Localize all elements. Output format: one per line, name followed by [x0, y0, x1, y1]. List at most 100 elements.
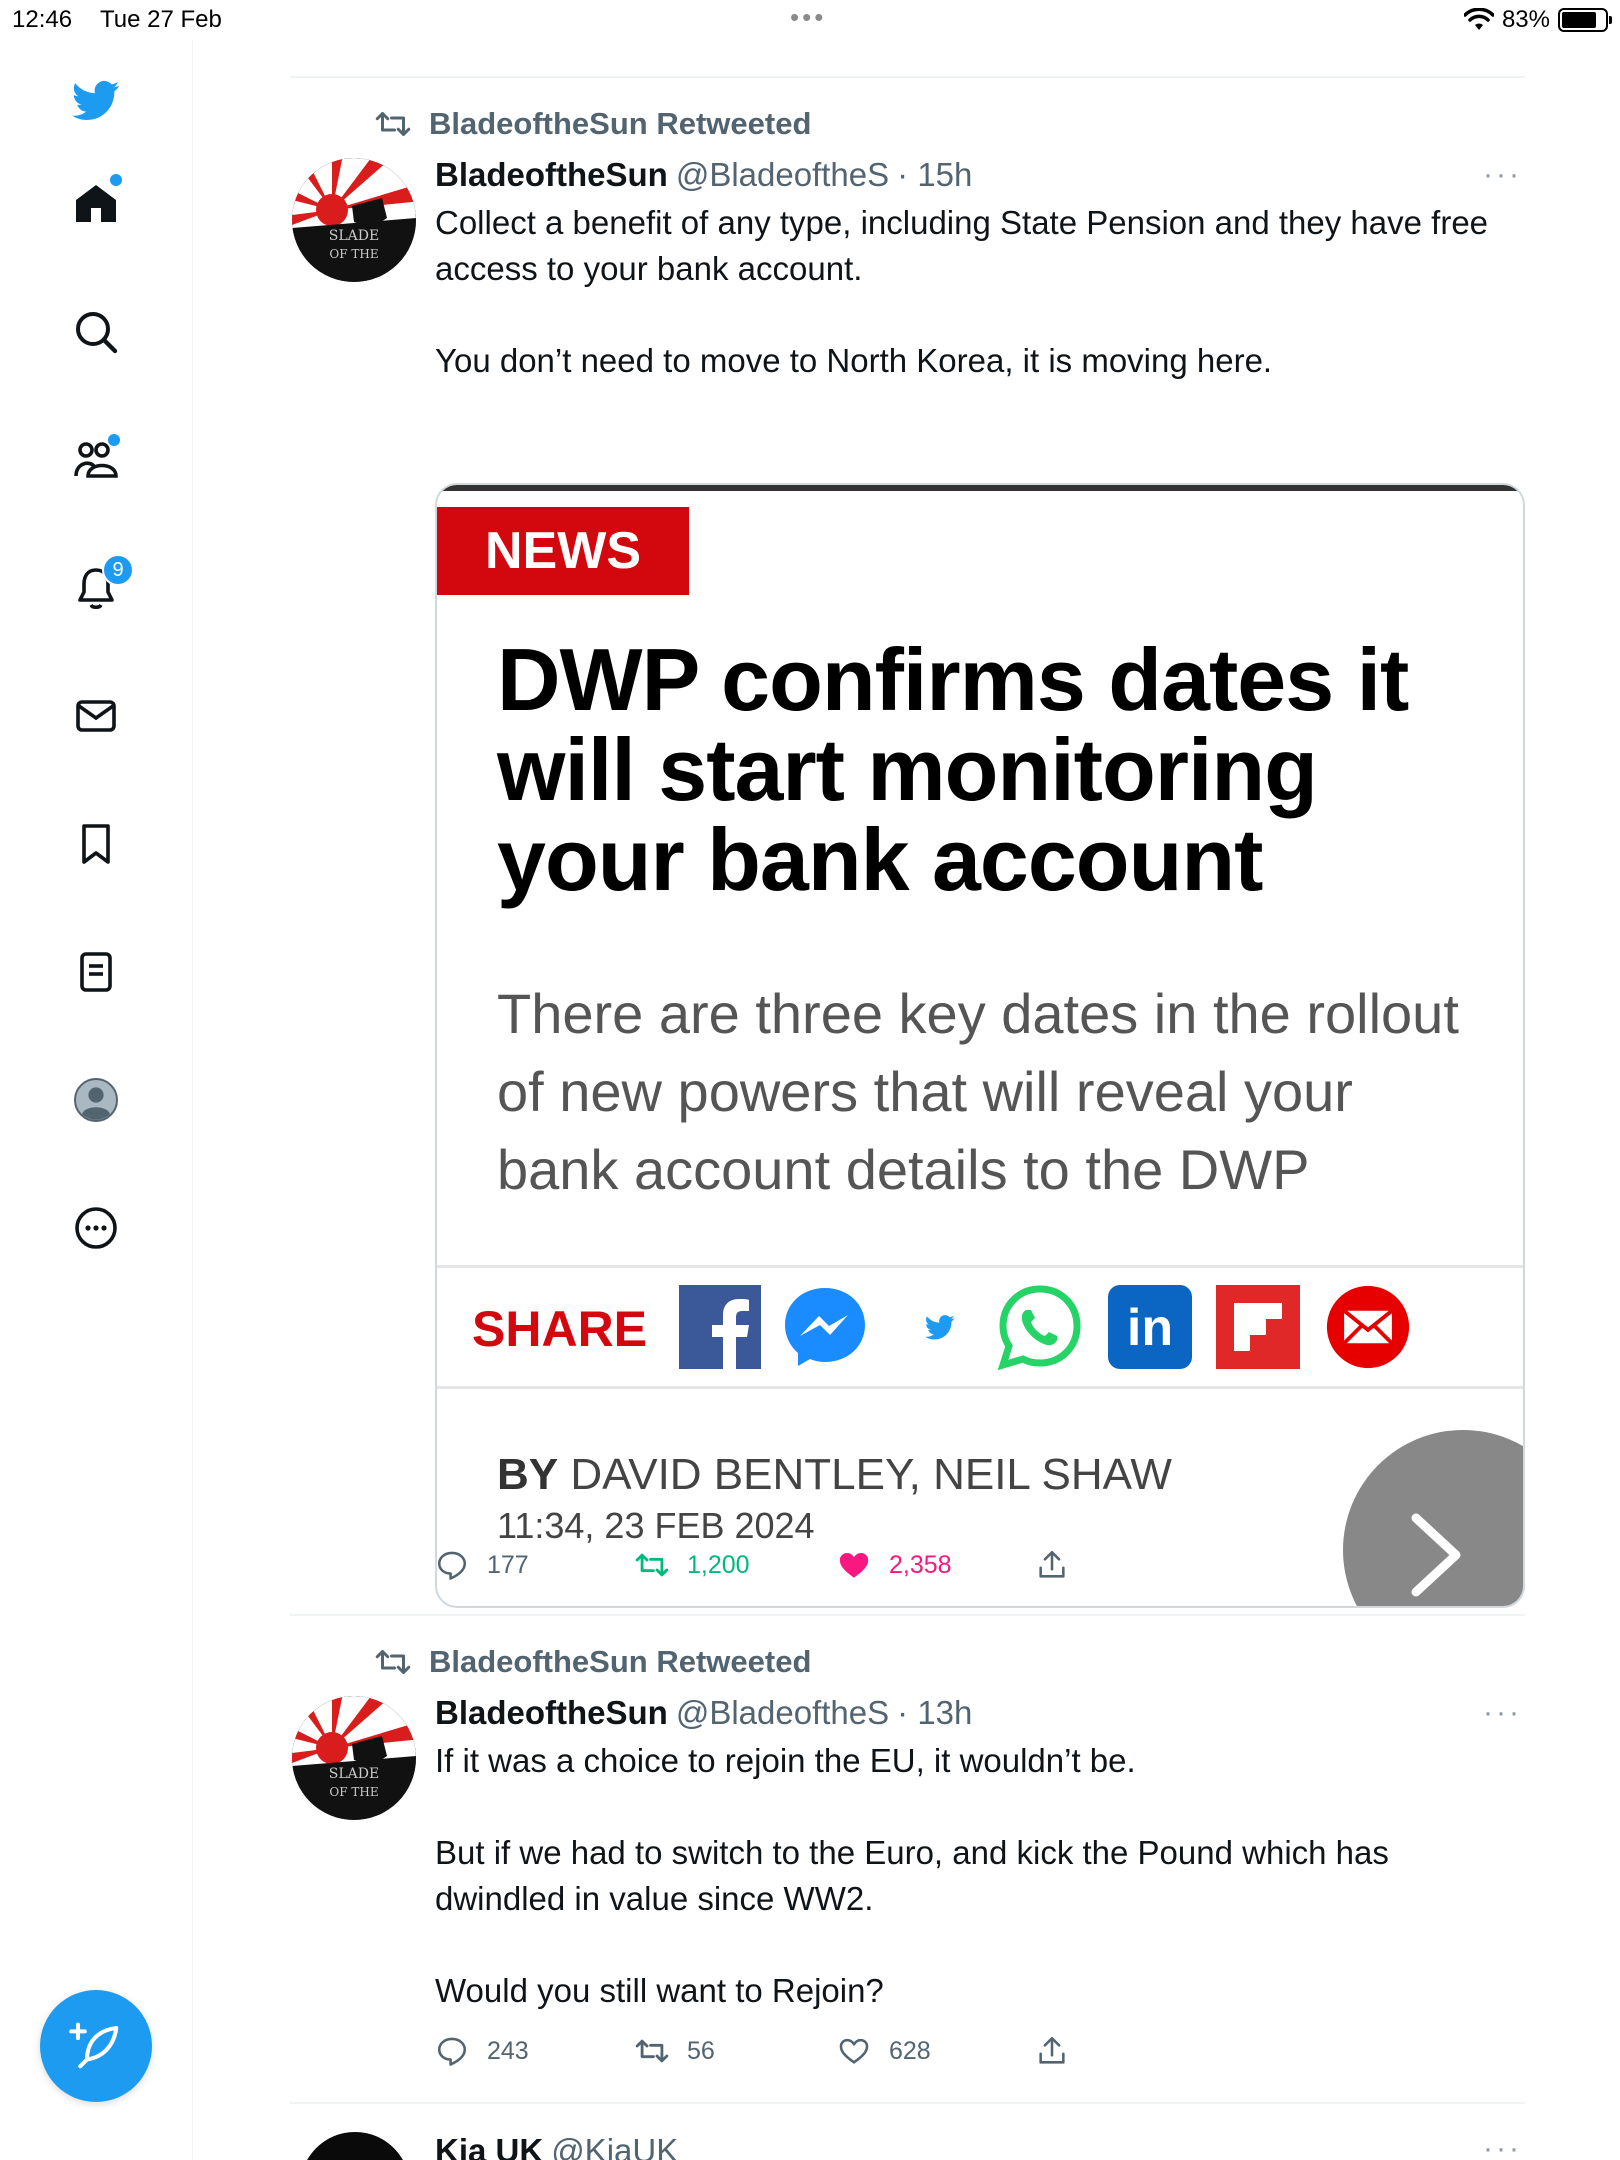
share-bar: SHARE in [437, 1265, 1523, 1389]
svg-text:OF THE: OF THE [329, 247, 378, 261]
byline-authors: DAVID BENTLEY, NEIL SHAW [570, 1450, 1172, 1499]
tweet-text: If it was a choice to rejoin the EU, it … [435, 1738, 1515, 2014]
author-handle[interactable]: @BladeoftheS [676, 1694, 889, 1732]
retweet-context[interactable]: BladeoftheSun Retweeted [375, 104, 811, 144]
communities-notification-dot [108, 434, 120, 446]
sidebar-nav: 9 [0, 40, 193, 2160]
compose-tweet-icon [69, 2022, 119, 2069]
notifications-badge: 9 [102, 554, 134, 586]
like-button[interactable]: 2,358 [837, 1548, 952, 1582]
article-byline: BY DAVID BENTLEY, NEIL SHAW [497, 1450, 1172, 1500]
retweet-button[interactable]: 56 [635, 2034, 715, 2068]
home-notification-dot [110, 174, 122, 186]
article-standfirst: There are three key dates in the rollout… [497, 982, 1459, 1201]
svg-text:SLADE: SLADE [329, 1766, 379, 1782]
article-image-card[interactable]: NEWS DWP confirms dates it will start mo… [435, 483, 1525, 1608]
chevron-right-icon [1411, 1513, 1461, 1597]
retweet-context-label: BladeoftheSun Retweeted [429, 106, 812, 141]
author-name[interactable]: Kia UK [435, 2132, 543, 2160]
avatar[interactable]: SLADE OF THE [292, 1696, 416, 1820]
nav-lists[interactable] [64, 940, 128, 1004]
retweet-count: 56 [687, 2036, 715, 2065]
search-icon [76, 312, 118, 354]
reply-count: 243 [487, 2036, 529, 2065]
svg-text:in: in [1127, 1299, 1173, 1357]
heart-filled-icon [839, 1552, 869, 1578]
lists-icon [80, 952, 112, 992]
avatar[interactable] [300, 2132, 410, 2160]
nav-communities[interactable] [64, 428, 128, 492]
tweet[interactable]: Kia UK @KiaUK ··· [290, 2104, 1525, 2160]
share-button[interactable] [1035, 2034, 1069, 2068]
tweet-more-button[interactable]: ··· [1483, 2132, 1522, 2160]
svg-text:OF THE: OF THE [329, 1785, 378, 1799]
avatar[interactable]: SLADE OF THE [292, 158, 416, 282]
tweet-actions: 177 1,200 2,358 [435, 1548, 1135, 1592]
reply-button[interactable]: 177 [435, 1548, 529, 1582]
twitter-logo-icon[interactable] [64, 68, 128, 132]
retweet-context[interactable]: BladeoftheSun Retweeted [375, 1642, 811, 1682]
nav-notifications[interactable]: 9 [64, 554, 134, 620]
tweet-paragraph: If it was a choice to rejoin the EU, it … [435, 1742, 1136, 1779]
tweet-paragraph: You don’t need to move to North Korea, i… [435, 342, 1273, 379]
share-button[interactable] [1035, 1548, 1069, 1582]
author-name[interactable]: BladeoftheSun [435, 1694, 668, 1732]
article-date: 11:34, 23 FEB 2024 [497, 1505, 815, 1546]
reply-count: 177 [487, 1550, 529, 1579]
retweet-count: 1,200 [687, 1550, 750, 1579]
messenger-icon [782, 1284, 868, 1370]
nav-bookmarks[interactable] [64, 812, 128, 876]
home-icon [76, 185, 116, 222]
reply-icon [437, 1551, 467, 1580]
card-top-bar [437, 485, 1523, 491]
like-count: 628 [889, 2036, 931, 2065]
author-name[interactable]: BladeoftheSun [435, 156, 668, 194]
feed-divider [290, 1614, 1525, 1616]
retweet-icon [375, 112, 411, 136]
tweet-time[interactable]: · 13h [897, 1694, 972, 1732]
more-circle-icon [75, 1207, 117, 1249]
retweet-button[interactable]: 1,200 [635, 1548, 750, 1582]
retweet-icon [375, 1650, 411, 1674]
nav-home[interactable] [64, 172, 128, 236]
share-label: SHARE [472, 1301, 648, 1357]
article-headline: DWP confirms dates it will start monitor… [497, 630, 1409, 909]
tweet-time[interactable]: · 15h [897, 156, 972, 194]
feed-divider [290, 76, 1525, 78]
retweet-icon [635, 1553, 669, 1577]
retweet-context-label: BladeoftheSun Retweeted [429, 1644, 812, 1679]
email-icon [1325, 1284, 1411, 1370]
reply-button[interactable]: 243 [435, 2034, 529, 2068]
tweet-header: BladeoftheSun @BladeoftheS · 15h [435, 156, 972, 194]
byline-prefix: BY [497, 1450, 559, 1499]
author-handle[interactable]: @KiaUK [551, 2132, 678, 2160]
compose-tweet-button[interactable] [40, 1990, 152, 2102]
status-time: 12:46 [12, 6, 73, 33]
battery-icon [1558, 8, 1612, 32]
status-date: Tue 27 Feb [100, 6, 222, 33]
whatsapp-icon [997, 1284, 1083, 1370]
profile-avatar-icon [74, 1078, 118, 1122]
share-icon [1039, 1550, 1065, 1578]
retweet-icon [635, 2039, 669, 2063]
author-handle[interactable]: @BladeoftheS [676, 156, 889, 194]
share-icon [1039, 2036, 1065, 2064]
linkedin-icon: in [1107, 1284, 1193, 1370]
tweet-more-button[interactable]: ··· [1483, 1696, 1522, 1730]
like-button[interactable]: 628 [837, 2034, 931, 2068]
mail-icon [76, 700, 116, 732]
nav-profile[interactable] [64, 1068, 128, 1132]
tweet-header: Kia UK @KiaUK [435, 2132, 678, 2160]
reply-icon [437, 2037, 467, 2066]
twitter-small-icon [897, 1284, 983, 1370]
heart-icon [839, 2038, 869, 2064]
tweet-paragraph: Collect a benefit of any type, including… [435, 204, 1489, 287]
nav-search[interactable] [64, 300, 128, 364]
next-article-button [1343, 1430, 1523, 1606]
nav-more[interactable] [64, 1196, 128, 1260]
tweet-more-button[interactable]: ··· [1483, 158, 1522, 192]
tweet-actions: 243 56 628 [435, 2034, 1135, 2078]
nav-messages[interactable] [64, 684, 128, 748]
news-tag: NEWS [437, 507, 689, 595]
facebook-icon [677, 1284, 763, 1370]
